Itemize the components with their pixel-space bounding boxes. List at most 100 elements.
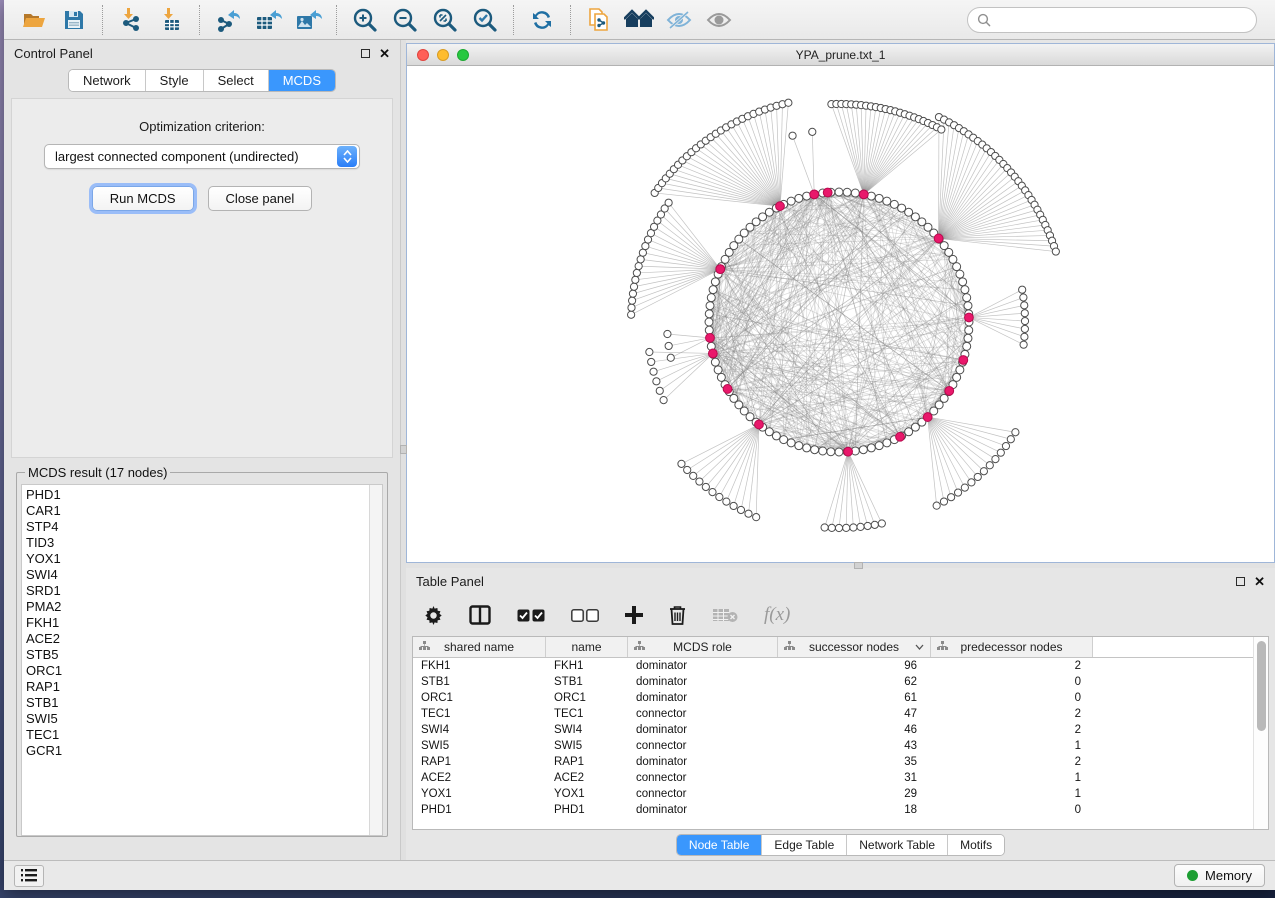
mcds-result-item[interactable]: FKH1 <box>26 615 365 631</box>
network-node[interactable] <box>745 510 752 517</box>
network-node[interactable] <box>867 444 875 452</box>
network-node[interactable] <box>632 276 639 283</box>
network-node[interactable] <box>963 342 971 350</box>
network-node[interactable] <box>859 446 867 454</box>
network-node[interactable] <box>714 366 722 374</box>
network-node[interactable] <box>705 326 713 334</box>
table-row[interactable]: ACE2ACE2connector311 <box>413 770 1253 786</box>
network-node[interactable] <box>1020 294 1027 301</box>
network-canvas[interactable] <box>407 66 1274 562</box>
network-node[interactable] <box>965 326 973 334</box>
table-row[interactable]: STB1STB1dominator620 <box>413 674 1253 690</box>
network-node[interactable] <box>1019 286 1026 293</box>
network-node[interactable] <box>795 194 803 202</box>
network-node[interactable] <box>827 448 835 456</box>
network-node[interactable] <box>964 302 972 310</box>
network-node[interactable] <box>992 455 999 462</box>
table-scrollbar[interactable] <box>1253 637 1268 829</box>
network-node[interactable] <box>723 385 732 394</box>
network-node[interactable] <box>780 436 788 444</box>
network-node[interactable] <box>716 493 723 500</box>
open-file-icon[interactable] <box>14 4 54 36</box>
network-node[interactable] <box>1021 333 1028 340</box>
network-node[interactable] <box>965 313 974 322</box>
network-node[interactable] <box>835 524 842 531</box>
mcds-result-item[interactable]: CAR1 <box>26 503 365 519</box>
network-node[interactable] <box>809 128 816 135</box>
table-row[interactable]: TEC1TEC1connector472 <box>413 706 1253 722</box>
network-node[interactable] <box>844 447 853 456</box>
network-node[interactable] <box>648 358 655 365</box>
network-node[interactable] <box>789 132 796 139</box>
mcds-result-item[interactable]: TID3 <box>26 535 365 551</box>
mcds-result-item[interactable]: PHD1 <box>26 487 365 503</box>
network-node[interactable] <box>667 354 674 361</box>
network-node[interactable] <box>656 387 663 394</box>
network-node[interactable] <box>1052 248 1059 255</box>
network-node[interactable] <box>1020 341 1027 348</box>
mcds-result-item[interactable]: YOX1 <box>26 551 365 567</box>
network-node[interactable] <box>660 396 667 403</box>
duplicate-network-icon[interactable] <box>579 4 619 36</box>
zoom-fit-icon[interactable] <box>425 4 465 36</box>
column-header-shared-name[interactable]: shared name <box>413 637 546 657</box>
network-node[interactable] <box>843 188 851 196</box>
export-network-icon[interactable] <box>208 4 248 36</box>
network-node[interactable] <box>753 514 760 521</box>
network-node[interactable] <box>896 432 905 441</box>
network-node[interactable] <box>923 413 932 422</box>
table-row[interactable]: RAP1RAP1dominator352 <box>413 754 1253 770</box>
network-node[interactable] <box>785 99 792 106</box>
network-node[interactable] <box>635 263 642 270</box>
network-node[interactable] <box>664 330 671 337</box>
network-node[interactable] <box>705 318 713 326</box>
network-node[interactable] <box>737 506 744 513</box>
show-all-icon[interactable] <box>699 4 739 36</box>
mcds-result-item[interactable]: RAP1 <box>26 679 365 695</box>
mcds-result-item[interactable]: SWI4 <box>26 567 365 583</box>
network-node[interactable] <box>717 373 725 381</box>
network-node[interactable] <box>1012 429 1019 436</box>
network-node[interactable] <box>890 200 898 208</box>
column-header-predecessor-nodes[interactable]: predecessor nodes <box>931 637 1093 657</box>
network-node[interactable] <box>1021 310 1028 317</box>
network-node[interactable] <box>843 524 850 531</box>
table-settings-gear-icon[interactable] <box>424 606 443 625</box>
scrollbar-thumb[interactable] <box>1257 641 1266 731</box>
network-node[interactable] <box>850 524 857 531</box>
float-panel-icon[interactable] <box>1236 577 1245 586</box>
network-node[interactable] <box>716 265 725 274</box>
network-graph[interactable] <box>407 66 1270 562</box>
network-node[interactable] <box>665 342 672 349</box>
network-node[interactable] <box>986 462 993 469</box>
splitter-grip[interactable] <box>854 562 863 569</box>
tab-node-table[interactable]: Node Table <box>677 835 763 855</box>
network-node[interactable] <box>630 283 637 290</box>
tab-network-table[interactable]: Network Table <box>847 835 948 855</box>
create-column-icon[interactable] <box>625 606 643 624</box>
network-node[interactable] <box>707 294 715 302</box>
network-node[interactable] <box>776 202 785 211</box>
column-header-MCDS-role[interactable]: MCDS role <box>628 637 778 657</box>
mcds-result-item[interactable]: SWI5 <box>26 711 365 727</box>
run-mcds-button[interactable]: Run MCDS <box>92 186 194 211</box>
memory-button[interactable]: Memory <box>1174 864 1265 887</box>
network-node[interactable] <box>980 468 987 475</box>
mcds-result-item[interactable]: TEC1 <box>26 727 365 743</box>
network-node[interactable] <box>961 484 968 491</box>
table-row[interactable]: YOX1YOX1connector291 <box>413 786 1253 802</box>
network-node[interactable] <box>696 478 703 485</box>
mcds-result-item[interactable]: GCR1 <box>26 743 365 759</box>
table-row[interactable]: SWI4SWI4dominator462 <box>413 722 1253 738</box>
network-node[interactable] <box>953 263 961 271</box>
network-node[interactable] <box>938 126 945 133</box>
network-node[interactable] <box>684 466 691 473</box>
network-node[interactable] <box>949 255 957 263</box>
network-node[interactable] <box>653 378 660 385</box>
network-node[interactable] <box>953 373 961 381</box>
tab-edge-table[interactable]: Edge Table <box>762 835 847 855</box>
network-node[interactable] <box>864 522 871 529</box>
select-all-columns-icon[interactable] <box>517 609 545 622</box>
hide-selected-icon[interactable] <box>659 4 699 36</box>
network-node[interactable] <box>821 524 828 531</box>
